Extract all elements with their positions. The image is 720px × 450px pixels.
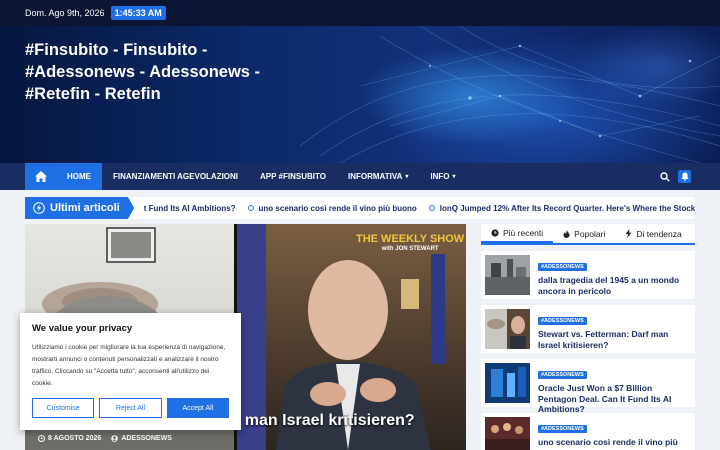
nav-label-info: INFO — [430, 172, 450, 181]
clock-icon — [491, 228, 499, 237]
tab-trending[interactable]: Di tendenza — [615, 224, 691, 243]
show-logo-sub: with JON STEWART — [381, 246, 439, 252]
cookie-description: Utilizziamo i cookie per migliorare la t… — [32, 344, 226, 387]
post-author-text: ADESSONEWS — [121, 435, 172, 442]
ticker-label: Ultimi articoli — [25, 197, 134, 219]
sidebar-widget: Più recenti Popolari Di tendenza #ADESSO… — [481, 224, 695, 450]
post-title[interactable]: uno scenario così rende il vino più buon… — [538, 437, 691, 450]
chevron-down-icon: ▾ — [452, 174, 456, 180]
user-icon — [111, 435, 119, 442]
cookie-consent-dialog: We value your privacy Utilizziamo i cook… — [20, 313, 241, 430]
sidebar-post[interactable]: #ADESSONEWS Oracle Just Won a $7 Billion… — [481, 359, 695, 414]
tab-recent[interactable]: Più recenti — [481, 224, 554, 243]
nav-label-home: Home — [67, 172, 91, 181]
post-author[interactable]: ADESSONEWS — [111, 435, 172, 442]
ticker-item[interactable]: IonQ Jumped 12% After Its Record Quarter… — [428, 203, 695, 213]
nav-label-informativa: INFORMATIVA — [347, 172, 403, 181]
post-date-text: 8 AGOSTO 2026 — [48, 435, 102, 442]
nav-label-finanziamenti: FINANZIAMENTI AGEVOLAZIONI — [113, 172, 239, 181]
post-thumbnail — [485, 363, 530, 403]
nav-label-app: APP #FINSUBITO — [260, 172, 326, 181]
ticker-label-text: Ultimi articoli — [50, 202, 120, 214]
home-button[interactable] — [25, 163, 56, 190]
nav-item-informativa[interactable]: INFORMATIVA ▾ — [337, 163, 419, 190]
category-badge[interactable]: #ADESSONEWS — [538, 263, 587, 271]
current-time: 1:45:33 AM — [110, 6, 166, 20]
nav-item-info[interactable]: INFO ▾ — [419, 163, 466, 190]
latest-articles-ticker: Ultimi articoli t Fund Its AI Ambitions?… — [25, 197, 695, 219]
ticker-item-text: IonQ Jumped 12% After Its Record Quarter… — [439, 203, 695, 213]
post-thumbnail — [485, 309, 530, 349]
site-title[interactable]: #Finsubito - Finsubito - #Adessonews - A… — [25, 39, 265, 105]
ticker-item[interactable]: uno scenario così rende il vino più buon… — [247, 203, 417, 213]
bolt-icon — [625, 229, 632, 238]
sidebar-post[interactable]: #ADESSONEWS uno scenario così rende il v… — [481, 413, 695, 450]
fire-icon — [563, 229, 570, 238]
top-bar: Dom. Ago 9th, 2026 1:45:33 AM — [0, 0, 720, 26]
main-navigation: Home FINANZIAMENTI AGEVOLAZIONI APP #FIN… — [0, 163, 720, 190]
tab-popular-label: Popolari — [574, 228, 606, 239]
cookie-buttons: Customise Reject All Accept All — [32, 398, 229, 418]
category-badge[interactable]: #ADESSONEWS — [538, 371, 587, 379]
sidebar-post[interactable]: #ADESSONEWS dalla tragedia del 1945 a un… — [481, 251, 695, 299]
bullet-icon — [428, 205, 435, 211]
clock-icon — [38, 435, 45, 442]
ticker-item[interactable]: t Fund Its AI Ambitions? — [144, 204, 236, 213]
current-date: Dom. Ago 9th, 2026 — [25, 8, 105, 18]
ticker-item-text: t Fund Its AI Ambitions? — [143, 203, 236, 213]
cookie-title: We value your privacy — [32, 323, 133, 334]
accept-all-button[interactable]: Accept All — [166, 398, 229, 418]
search-icon[interactable] — [660, 171, 670, 182]
home-icon — [34, 171, 47, 182]
nav-item-home[interactable]: Home — [56, 163, 102, 190]
ticker-item-text: uno scenario così rende il vino più buon… — [258, 203, 417, 213]
post-thumbnail — [485, 255, 530, 295]
tab-popular[interactable]: Popolari — [553, 224, 615, 243]
category-badge[interactable]: #ADESSONEWS — [538, 425, 587, 433]
post-title[interactable]: Oracle Just Won a $7 Billion Pentagon De… — [538, 383, 691, 415]
notification-button[interactable] — [678, 170, 691, 183]
customise-button[interactable]: Customise — [32, 398, 95, 418]
tab-trending-label: Di tendenza — [636, 228, 682, 239]
bullet-icon — [247, 205, 254, 211]
nav-item-app-finsubito[interactable]: APP #FINSUBITO — [249, 163, 337, 190]
post-title[interactable]: Stewart vs. Fetterman: Darf man Israel k… — [538, 329, 691, 350]
reject-all-button[interactable]: Reject All — [99, 398, 162, 418]
sidebar-tabs: Più recenti Popolari Di tendenza — [481, 224, 695, 245]
bell-icon — [681, 172, 688, 181]
featured-meta: 8 AGOSTO 2026 ADESSONEWS — [38, 435, 172, 442]
bolt-circle-icon — [33, 202, 45, 214]
nav-item-finanziamenti[interactable]: FINANZIAMENTI AGEVOLAZIONI — [102, 163, 249, 190]
featured-headline[interactable]: f man Israel kritisieren? — [235, 412, 415, 430]
tab-recent-label: Più recenti — [503, 227, 544, 238]
chevron-down-icon: ▾ — [405, 174, 409, 180]
post-title[interactable]: dalla tragedia del 1945 a un mondo ancor… — [538, 275, 691, 296]
post-thumbnail — [485, 417, 530, 450]
sidebar-post[interactable]: #ADESSONEWS Stewart vs. Fetterman: Darf … — [481, 305, 695, 353]
header-banner: #Finsubito - Finsubito - #Adessonews - A… — [0, 26, 720, 163]
post-date[interactable]: 8 AGOSTO 2026 — [38, 435, 101, 442]
show-logo: THE WEEKLY SHOW with JON STEWART — [356, 234, 464, 254]
category-badge[interactable]: #ADESSONEWS — [538, 317, 587, 325]
